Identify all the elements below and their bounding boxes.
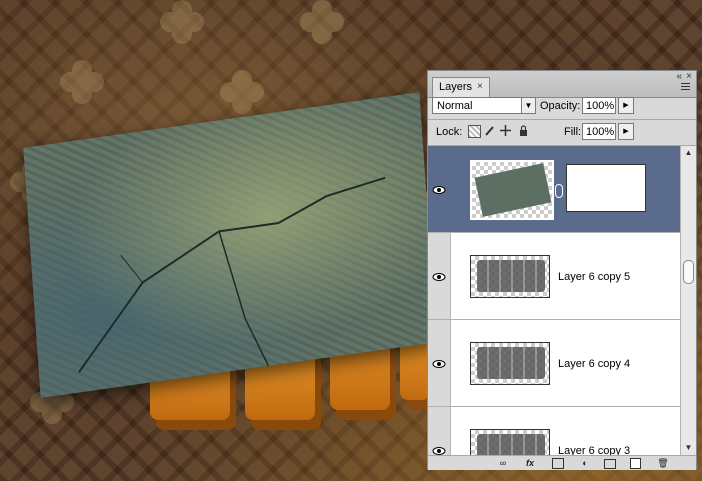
wallpaper-ornament — [60, 60, 104, 104]
layer-row[interactable]: Layer 6 copy 5 — [428, 233, 680, 320]
wallpaper-ornament — [300, 0, 344, 44]
layer-row[interactable]: Layer 6 copy 4 — [428, 320, 680, 407]
new-layer-icon[interactable] — [630, 458, 641, 469]
trash-icon[interactable]: 🗑 — [656, 457, 670, 469]
tab-close-icon[interactable]: × — [477, 81, 483, 92]
lock-all-padlock-icon[interactable] — [518, 125, 529, 136]
wallpaper-ornament — [220, 70, 264, 114]
new-group-icon[interactable] — [604, 459, 616, 469]
opacity-slider-arrow-icon[interactable]: ▶ — [618, 97, 634, 114]
wallpaper-ornament — [160, 0, 204, 44]
close-icon[interactable]: × — [686, 71, 692, 82]
collapse-icon[interactable]: « — [676, 71, 682, 82]
link-layers-icon[interactable]: ∞ — [496, 457, 510, 469]
layer-name[interactable]: Layer 6 copy 4 — [558, 358, 630, 370]
panel-menu-icon[interactable] — [681, 83, 690, 91]
blend-row: Normal ▼ Opacity: 100% ▶ — [428, 97, 696, 119]
layers-panel: Layers × « × Normal ▼ Opacity: 100% ▶ Lo… — [427, 70, 697, 470]
scroll-down-arrow-icon[interactable]: ▼ — [681, 441, 696, 455]
eye-visibility-icon[interactable] — [432, 186, 446, 194]
layer-thumbnail[interactable] — [470, 160, 554, 220]
layers-scrollbar[interactable]: ▲ ▼ — [680, 146, 696, 455]
eye-visibility-icon[interactable] — [432, 447, 446, 455]
layers-bottom-toolbar: ∞ fx ◐ 🗑 — [428, 455, 696, 470]
layer-row[interactable]: Layer 6 copy 3 — [428, 407, 680, 455]
lock-label: Lock: — [436, 126, 463, 138]
add-mask-icon[interactable] — [552, 458, 564, 469]
opacity-input[interactable]: 100% — [582, 97, 616, 114]
fill-slider-arrow-icon[interactable]: ▶ — [618, 123, 634, 140]
fx-icon[interactable]: fx — [523, 457, 537, 469]
layer-name[interactable]: Layer 6 copy 5 — [558, 271, 630, 283]
layer-mask-thumbnail[interactable] — [566, 164, 646, 212]
lock-row: Lock: Fill: 100% ▶ — [428, 120, 696, 145]
blend-mode-value: Normal — [437, 100, 473, 112]
layer-thumbnail[interactable] — [470, 429, 550, 455]
fill-label: Fill: — [564, 126, 582, 138]
layer-list: Layer 6 copy 5 Layer 6 copy 4 Layer 6 co… — [428, 146, 680, 455]
lock-pixels-brush-icon[interactable] — [484, 125, 495, 136]
fill-value: 100% — [586, 126, 615, 138]
blend-mode-select[interactable]: Normal ▼ — [432, 97, 536, 114]
tab-label: Layers — [439, 81, 473, 93]
panel-tab-bar: Layers × « × — [428, 71, 696, 98]
mask-link-icon[interactable] — [555, 184, 563, 198]
lock-transparency-icon[interactable] — [468, 125, 481, 138]
lock-position-move-icon[interactable] — [500, 125, 511, 136]
eye-visibility-icon[interactable] — [432, 273, 446, 281]
opacity-label: Opacity: — [540, 100, 581, 112]
opacity-value: 100% — [586, 100, 615, 112]
chevron-down-icon[interactable]: ▼ — [521, 98, 535, 113]
layer-thumbnail[interactable] — [470, 342, 550, 385]
tab-layers[interactable]: Layers × — [432, 77, 490, 97]
layer-thumbnail[interactable] — [470, 255, 550, 298]
layer-row-texture[interactable] — [428, 146, 680, 233]
eye-visibility-icon[interactable] — [432, 360, 446, 368]
scroll-thumb[interactable] — [683, 260, 694, 284]
adjustment-icon[interactable]: ◐ — [578, 457, 592, 469]
scroll-up-arrow-icon[interactable]: ▲ — [681, 146, 696, 160]
layer-name[interactable]: Layer 6 copy 3 — [558, 445, 630, 455]
fill-input[interactable]: 100% — [582, 123, 616, 140]
